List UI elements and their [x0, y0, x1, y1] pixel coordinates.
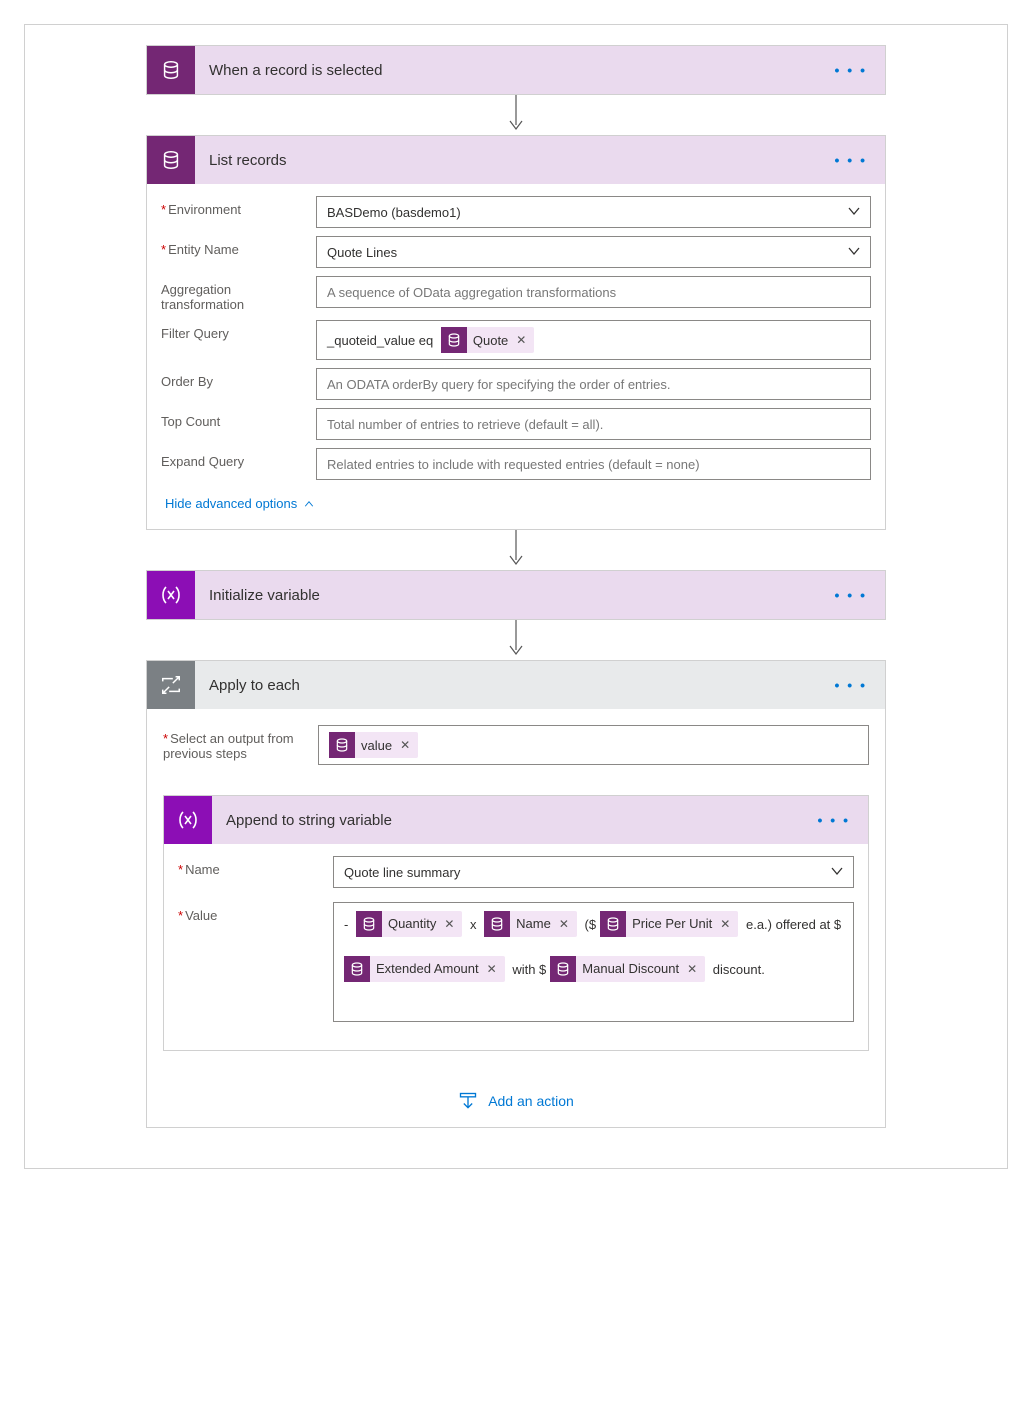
card-menu-button[interactable]: • • • [800, 812, 868, 828]
apply-to-each-card[interactable]: Apply to each • • • Select an output fro… [146, 660, 886, 1128]
name-label: Name [178, 856, 333, 877]
orderby-label: Order By [161, 368, 316, 389]
name-token[interactable]: Name✕ [484, 911, 577, 937]
card-menu-button[interactable]: • • • [817, 587, 885, 603]
value-token[interactable]: value ✕ [329, 732, 418, 758]
discount-token[interactable]: Manual Discount✕ [550, 956, 705, 982]
add-action-icon [458, 1091, 478, 1111]
environment-select[interactable]: BASDemo (basdemo1) [316, 196, 871, 228]
initialize-variable-card[interactable]: Initialize variable • • • [146, 570, 886, 620]
token-remove-icon[interactable]: ✕ [683, 955, 705, 983]
append-string-card[interactable]: Append to string variable • • • Name Quo… [163, 795, 869, 1051]
name-select[interactable]: Quote line summary [333, 856, 854, 888]
connector-arrow [506, 620, 526, 660]
database-icon [344, 956, 370, 982]
token-remove-icon[interactable]: ✕ [555, 910, 577, 938]
database-icon [441, 327, 467, 353]
entity-label: Entity Name [161, 236, 316, 257]
filter-input[interactable]: _quoteid_value eq Quote ✕ [316, 320, 871, 360]
card-title: Initialize variable [195, 587, 817, 604]
orderby-input[interactable]: An ODATA orderBy query for specifying th… [316, 368, 871, 400]
list-records-card[interactable]: List records • • • Environment BASDemo (… [146, 135, 886, 530]
card-menu-button[interactable]: • • • [817, 152, 885, 168]
value-input[interactable]: - Quantity✕ x Name✕ ($ Price Per Unit✕ e… [333, 902, 854, 1022]
add-action-button[interactable]: Add an action [163, 1051, 869, 1111]
variable-icon [147, 571, 195, 619]
topcount-label: Top Count [161, 408, 316, 429]
variable-icon [164, 796, 212, 844]
chevron-down-icon [829, 863, 845, 879]
card-title: Apply to each [195, 677, 817, 694]
filter-label: Filter Query [161, 320, 316, 341]
database-icon [147, 46, 195, 94]
aggregation-label: Aggregation transformation [161, 276, 316, 312]
quantity-token[interactable]: Quantity✕ [356, 911, 462, 937]
value-label: Value [178, 902, 333, 923]
select-output-label: Select an output from previous steps [163, 725, 318, 761]
token-remove-icon[interactable]: ✕ [512, 333, 534, 347]
token-remove-icon[interactable]: ✕ [396, 738, 418, 752]
token-remove-icon[interactable]: ✕ [440, 910, 462, 938]
flow-canvas: When a record is selected • • • List rec… [25, 45, 1007, 1128]
chevron-down-icon [846, 203, 862, 219]
token-remove-icon[interactable]: ✕ [483, 955, 505, 983]
card-menu-button[interactable]: • • • [817, 677, 885, 693]
database-icon [550, 956, 576, 982]
aggregation-input[interactable]: A sequence of OData aggregation transfor… [316, 276, 871, 308]
expand-label: Expand Query [161, 448, 316, 469]
database-icon [329, 732, 355, 758]
topcount-input[interactable]: Total number of entries to retrieve (def… [316, 408, 871, 440]
environment-label: Environment [161, 196, 316, 217]
database-icon [147, 136, 195, 184]
connector-arrow [506, 530, 526, 570]
extended-token[interactable]: Extended Amount✕ [344, 956, 505, 982]
database-icon [356, 911, 382, 937]
quote-token[interactable]: Quote ✕ [441, 327, 534, 353]
card-title: When a record is selected [195, 62, 817, 79]
price-token[interactable]: Price Per Unit✕ [600, 911, 738, 937]
chevron-up-icon [303, 498, 315, 510]
database-icon [600, 911, 626, 937]
token-remove-icon[interactable]: ✕ [716, 910, 738, 938]
connector-arrow [506, 95, 526, 135]
card-title: Append to string variable [212, 812, 800, 829]
trigger-card[interactable]: When a record is selected • • • [146, 45, 886, 95]
chevron-down-icon [846, 243, 862, 259]
expand-input[interactable]: Related entries to include with requeste… [316, 448, 871, 480]
select-output-input[interactable]: value ✕ [318, 725, 869, 765]
card-title: List records [195, 152, 817, 169]
entity-select[interactable]: Quote Lines [316, 236, 871, 268]
loop-icon [147, 661, 195, 709]
hide-advanced-link[interactable]: Hide advanced options [161, 488, 319, 515]
database-icon [484, 911, 510, 937]
card-menu-button[interactable]: • • • [817, 62, 885, 78]
